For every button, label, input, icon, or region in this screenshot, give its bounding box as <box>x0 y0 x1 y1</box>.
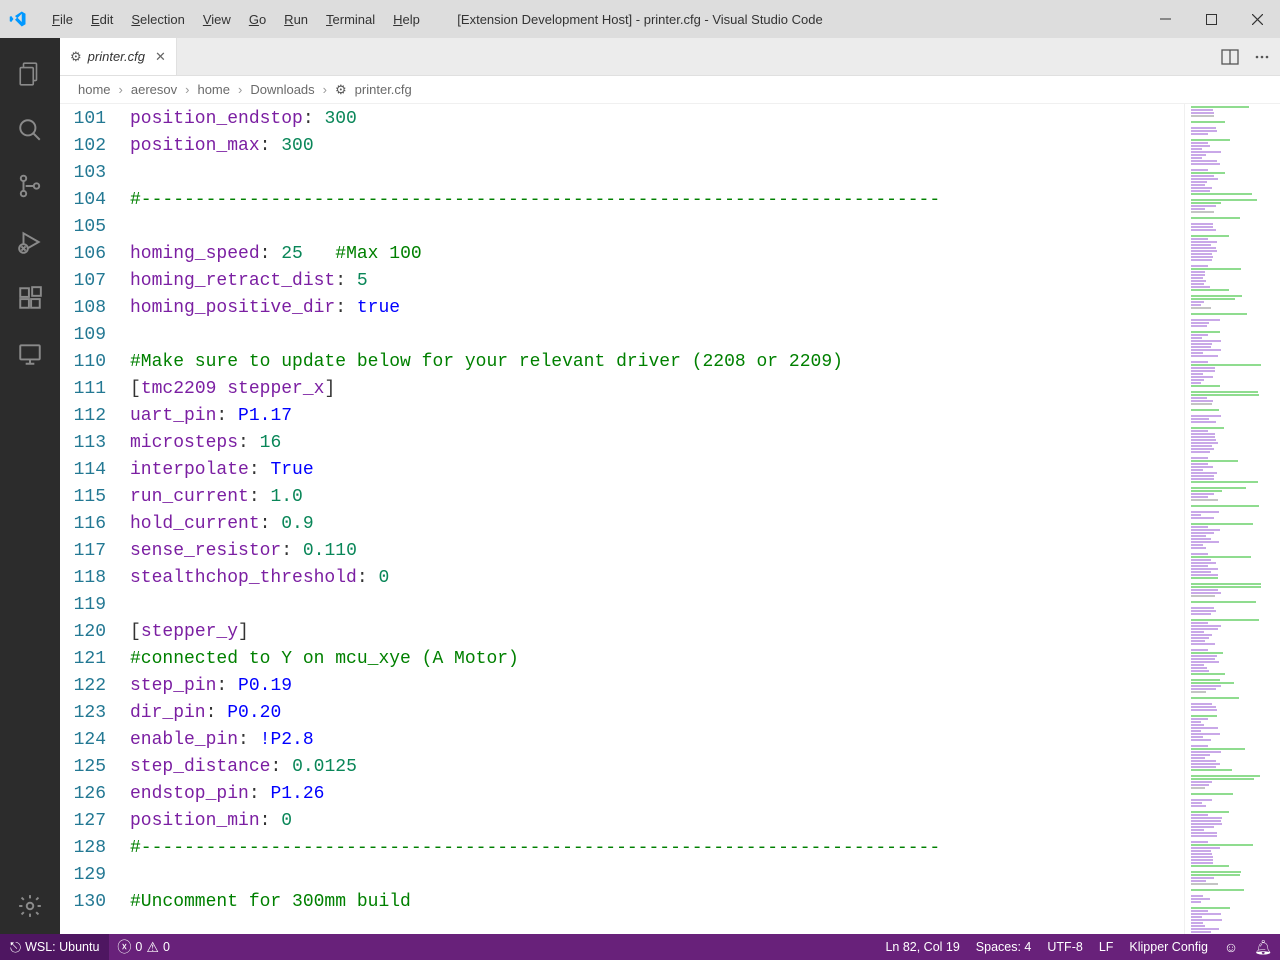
window-controls <box>1142 0 1280 38</box>
chevron-right-icon: › <box>323 82 327 97</box>
problems-status[interactable]: ⓧ0 ⚠0 <box>109 934 177 960</box>
encoding-status[interactable]: UTF-8 <box>1039 934 1090 960</box>
breadcrumb-item[interactable]: home <box>78 82 111 97</box>
minimize-button[interactable] <box>1142 0 1188 38</box>
window-title: [Extension Development Host] - printer.c… <box>457 12 822 27</box>
notifications-icon[interactable]: 🔔︎ <box>1246 934 1280 960</box>
indentation-status[interactable]: Spaces: 4 <box>968 934 1040 960</box>
editor-row: 1011021031041051061071081091101111121131… <box>60 104 1280 934</box>
breadcrumb-item[interactable]: Downloads <box>250 82 314 97</box>
menu-go[interactable]: Go <box>241 8 274 31</box>
breadcrumb-item[interactable]: printer.cfg <box>355 82 412 97</box>
remote-icon: ⎋ <box>10 939 21 956</box>
language-mode[interactable]: Klipper Config <box>1121 934 1216 960</box>
menu-view[interactable]: View <box>195 8 239 31</box>
menu-run[interactable]: Run <box>276 8 316 31</box>
search-icon[interactable] <box>0 102 60 158</box>
chevron-right-icon: › <box>185 82 189 97</box>
warning-icon: ⚠ <box>146 939 159 956</box>
activity-bar <box>0 38 60 934</box>
close-button[interactable] <box>1234 0 1280 38</box>
vscode-logo <box>0 10 36 28</box>
menu-help[interactable]: Help <box>385 8 428 31</box>
title-bar: File Edit Selection View Go Run Terminal… <box>0 0 1280 38</box>
close-tab-icon[interactable]: ✕ <box>155 49 166 65</box>
minimap[interactable] <box>1184 104 1280 934</box>
line-number-gutter: 1011021031041051061071081091101111121131… <box>60 104 130 934</box>
text-editor[interactable]: 1011021031041051061071081091101111121131… <box>60 104 1184 934</box>
explorer-icon[interactable] <box>0 46 60 102</box>
run-debug-icon[interactable] <box>0 214 60 270</box>
more-actions-icon[interactable] <box>1252 47 1272 67</box>
chevron-right-icon: › <box>238 82 242 97</box>
breadcrumb-item[interactable]: aeresov <box>131 82 177 97</box>
eol-status[interactable]: LF <box>1091 934 1122 960</box>
menu-file[interactable]: File <box>44 8 81 31</box>
source-control-icon[interactable] <box>0 158 60 214</box>
breadcrumb-item[interactable]: home <box>197 82 230 97</box>
tab-filename: printer.cfg <box>88 49 145 64</box>
breadcrumb[interactable]: home › aeresov › home › Downloads › ⚙ pr… <box>60 76 1280 104</box>
menu-terminal[interactable]: Terminal <box>318 8 383 31</box>
gear-icon: ⚙ <box>70 49 82 65</box>
error-icon: ⓧ <box>117 937 131 957</box>
remote-explorer-icon[interactable] <box>0 326 60 382</box>
feedback-icon[interactable]: ☺ <box>1216 934 1246 960</box>
code-content[interactable]: position_endstop: 300position_max: 300 #… <box>130 104 1184 934</box>
chevron-right-icon: › <box>119 82 123 97</box>
menu-edit[interactable]: Edit <box>83 8 121 31</box>
tab-actions <box>1220 38 1280 75</box>
status-bar: ⎋ WSL: Ubuntu ⓧ0 ⚠0 Ln 82, Col 19 Spaces… <box>0 934 1280 960</box>
editor-area: ⚙ printer.cfg ✕ home › aeresov › home › … <box>60 38 1280 934</box>
main-area: ⚙ printer.cfg ✕ home › aeresov › home › … <box>0 38 1280 934</box>
split-editor-icon[interactable] <box>1220 47 1240 67</box>
tab-bar: ⚙ printer.cfg ✕ <box>60 38 1280 76</box>
remote-indicator[interactable]: ⎋ WSL: Ubuntu <box>0 934 109 960</box>
maximize-button[interactable] <box>1188 0 1234 38</box>
extensions-icon[interactable] <box>0 270 60 326</box>
gear-icon: ⚙ <box>335 82 347 98</box>
menu-bar: File Edit Selection View Go Run Terminal… <box>44 8 428 31</box>
cursor-position[interactable]: Ln 82, Col 19 <box>877 934 967 960</box>
editor-tab[interactable]: ⚙ printer.cfg ✕ <box>60 38 177 75</box>
settings-gear-icon[interactable] <box>0 878 60 934</box>
menu-selection[interactable]: Selection <box>123 8 192 31</box>
